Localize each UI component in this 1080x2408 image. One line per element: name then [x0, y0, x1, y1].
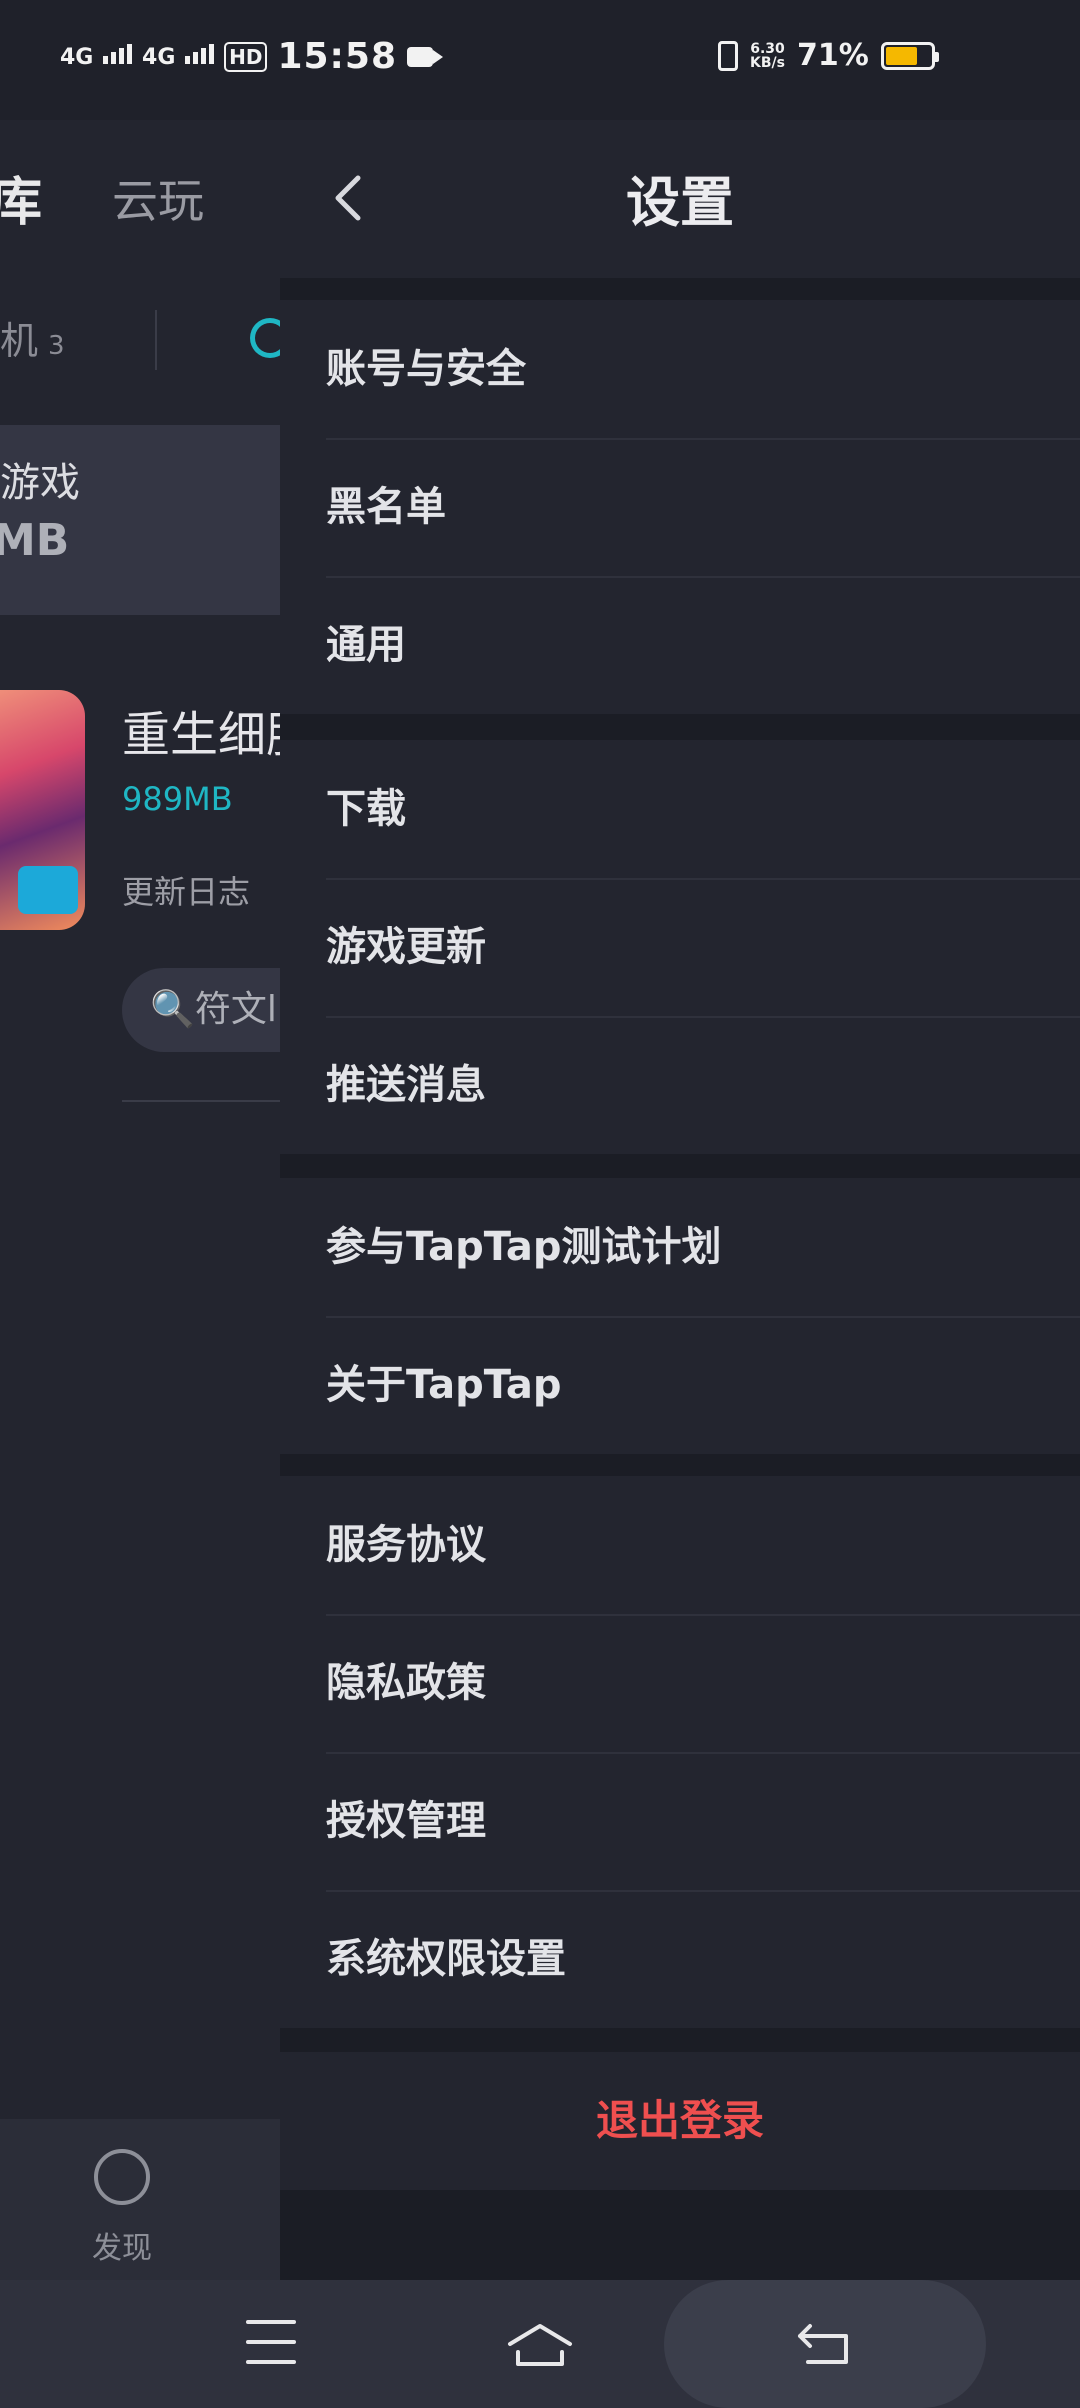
logout-button[interactable]: 退出登录: [280, 2052, 1080, 2190]
back-icon: [798, 2324, 848, 2364]
game-size: 989MB: [122, 780, 233, 818]
settings-item-general[interactable]: 通用: [280, 576, 1080, 714]
search-chip[interactable]: 🔍符文l: [122, 968, 280, 1052]
battery-percent: 71%: [796, 38, 869, 73]
settings-item-account-security[interactable]: 账号与安全: [280, 300, 1080, 438]
card-title: 游戏: [0, 460, 80, 506]
clock: 15:58: [277, 36, 398, 77]
status-bar: 4G 4G HD 15:58 6.30 KB/s 71%: [0, 0, 1080, 120]
settings-item-test-program[interactable]: 参与TapTap测试计划: [280, 1178, 1080, 1316]
status-right: 6.30 KB/s 71%: [718, 38, 939, 73]
network-speed: 6.30 KB/s: [750, 42, 785, 70]
back-button[interactable]: [664, 2280, 986, 2408]
refresh-icon[interactable]: [250, 318, 280, 358]
settings-item-authorization[interactable]: 授权管理: [280, 1752, 1080, 1890]
background-page: 库 云玩 机3 游戏 MB 重生细胞 989MB 更新日志 🔍符文l 发现: [0, 120, 280, 2280]
home-icon[interactable]: [506, 2322, 574, 2368]
system-nav-bar: [0, 2280, 1080, 2408]
settings-group-legal: 服务协议 隐私政策 授权管理 系统权限设置: [280, 1476, 1080, 2028]
vibrate-icon: [718, 40, 738, 71]
signal-icon: [103, 44, 133, 64]
signal-icon: [185, 44, 215, 64]
settings-item-privacy[interactable]: 隐私政策: [280, 1614, 1080, 1752]
planet-icon[interactable]: [94, 2149, 150, 2205]
status-left: 4G 4G HD 15:58: [60, 36, 444, 77]
bottom-nav: 发现: [0, 2119, 280, 2280]
settings-group-taptap: 参与TapTap测试计划 关于TapTap: [280, 1178, 1080, 1454]
settings-item-push-notifications[interactable]: 推送消息: [280, 1016, 1080, 1154]
game-icon[interactable]: [0, 690, 85, 930]
speed-unit: KB/s: [750, 54, 785, 71]
bilibili-badge-icon: [18, 866, 78, 914]
settings-group-account: 账号与安全 黑名单 通用: [280, 300, 1080, 714]
settings-item-blacklist[interactable]: 黑名单: [280, 438, 1080, 576]
game-name[interactable]: 重生细胞: [122, 695, 280, 765]
video-camera-icon: [407, 46, 444, 67]
tab-library[interactable]: 库: [0, 160, 42, 235]
tab-cloud-play[interactable]: 云玩: [112, 165, 204, 231]
settings-item-game-updates[interactable]: 游戏更新: [280, 878, 1080, 1016]
divider: [155, 310, 157, 370]
changelog-toggle[interactable]: 更新日志: [122, 867, 250, 913]
page-title: 设置: [626, 171, 734, 234]
settings-item-terms[interactable]: 服务协议: [280, 1476, 1080, 1614]
settings-item-about[interactable]: 关于TapTap: [280, 1316, 1080, 1454]
settings-panel: 设置 账号与安全 黑名单 通用 下载 游戏更新 推送消息 参与TapTap测试计…: [280, 120, 1080, 2280]
update-games-card[interactable]: 游戏 MB: [0, 425, 280, 615]
network-type-label: 4G: [142, 45, 176, 70]
settings-item-system-permissions[interactable]: 系统权限设置: [280, 1890, 1080, 2028]
menu-icon[interactable]: [246, 2320, 296, 2364]
battery-icon: [880, 41, 939, 70]
divider: [122, 1100, 280, 1102]
sub-tab-count: 3: [48, 331, 65, 361]
sub-tab-label: 机: [0, 319, 39, 363]
hd-badge: HD: [224, 41, 268, 72]
network-indicator-1: 4G: [60, 44, 133, 70]
sub-tab-device[interactable]: 机3: [0, 310, 65, 365]
network-indicator-2: 4G: [142, 44, 215, 70]
card-size: MB: [0, 515, 70, 566]
battery-level: [885, 46, 918, 65]
settings-item-download[interactable]: 下载: [280, 740, 1080, 878]
network-type-label: 4G: [60, 45, 94, 70]
nav-discover-label[interactable]: 发现: [92, 2223, 152, 2267]
settings-header: 设置: [280, 120, 1080, 278]
settings-group-download: 下载 游戏更新 推送消息: [280, 740, 1080, 1154]
